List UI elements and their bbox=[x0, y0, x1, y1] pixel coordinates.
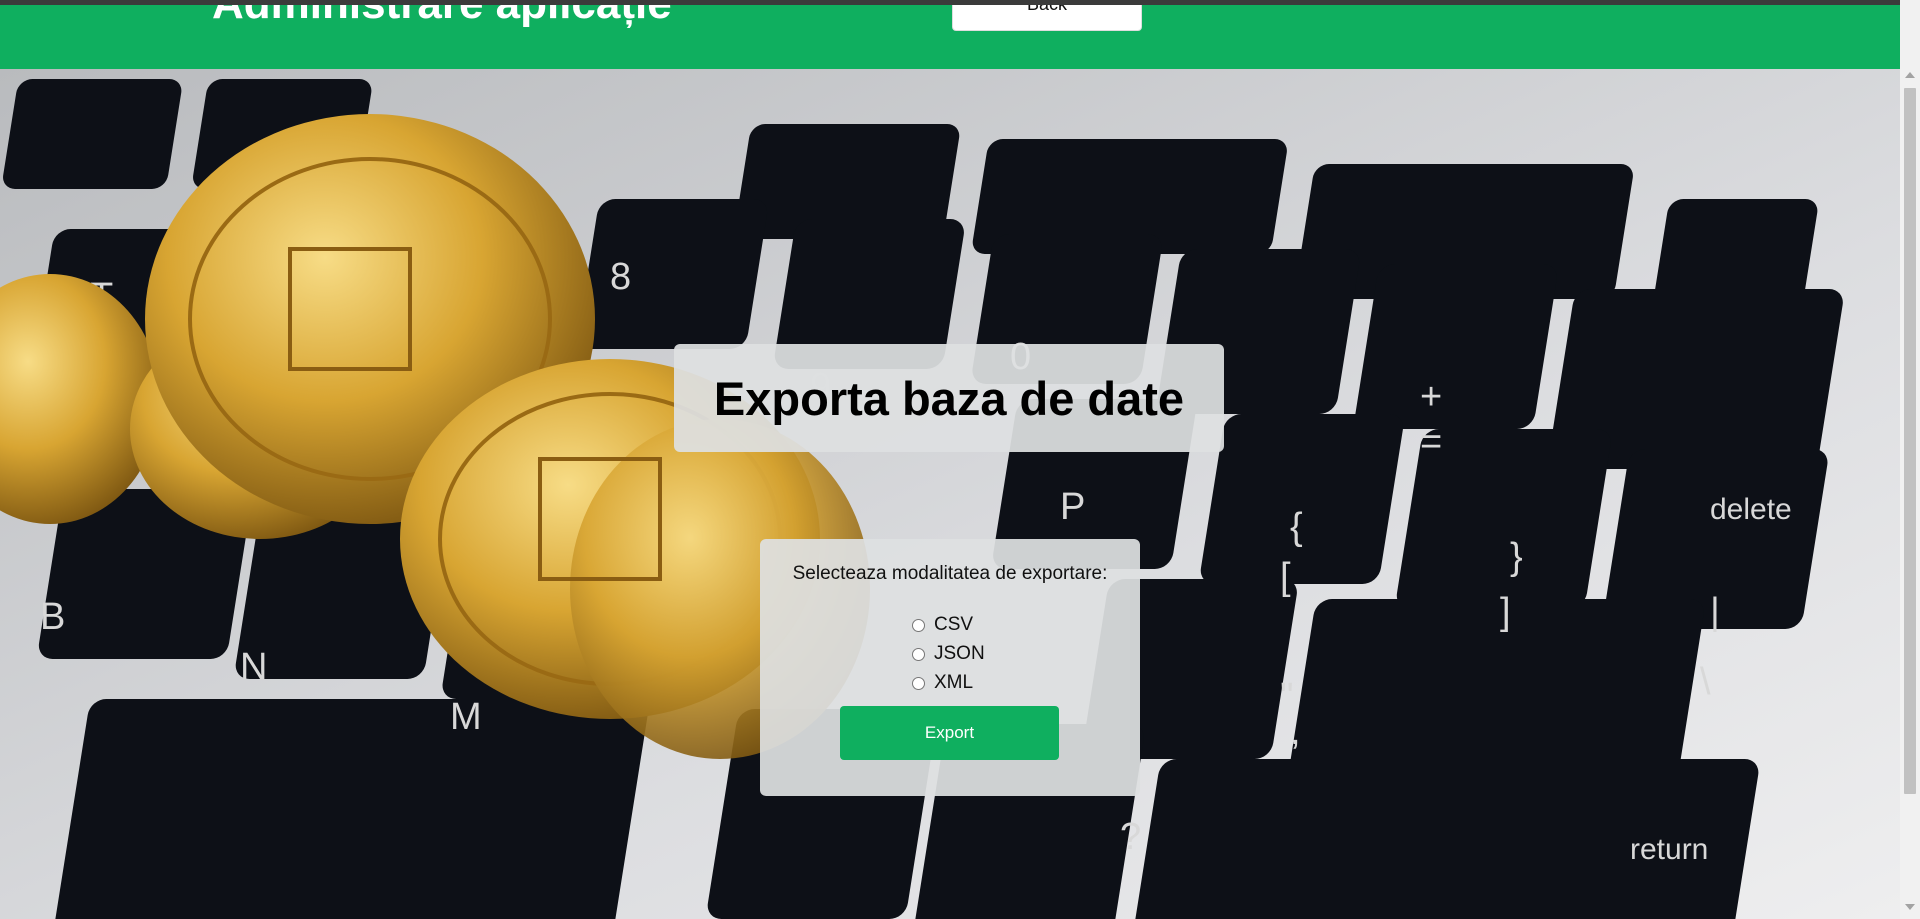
scroll-up-icon[interactable] bbox=[1905, 72, 1915, 78]
vertical-scrollbar[interactable] bbox=[1900, 0, 1920, 919]
option-xml[interactable]: XML bbox=[912, 671, 973, 695]
option-csv[interactable]: CSV bbox=[912, 613, 973, 637]
svg-text:|: | bbox=[1710, 591, 1720, 633]
xml-label: XML bbox=[934, 672, 974, 693]
svg-text:=: = bbox=[1420, 421, 1442, 463]
header-bar: Administrare aplicație Back bbox=[0, 0, 1900, 69]
scroll-thumb[interactable] bbox=[1904, 88, 1916, 794]
svg-text:+: + bbox=[1420, 376, 1442, 418]
export-format-label: Selecteaza modalitatea de exportare: bbox=[792, 563, 1108, 584]
json-radio[interactable] bbox=[912, 647, 925, 661]
svg-text:]: ] bbox=[1500, 591, 1511, 633]
csv-radio[interactable] bbox=[912, 618, 925, 632]
svg-text:{: { bbox=[1290, 506, 1303, 548]
export-button[interactable]: Export bbox=[840, 706, 1059, 760]
svg-text:M: M bbox=[450, 696, 482, 738]
xml-radio[interactable] bbox=[912, 676, 925, 690]
svg-text:[: [ bbox=[1280, 556, 1291, 598]
csv-label: CSV bbox=[934, 614, 974, 635]
svg-text:?: ? bbox=[1120, 816, 1141, 858]
svg-text:,: , bbox=[1290, 711, 1301, 753]
page: Administrare aplicație Back 8 + = P {[… bbox=[0, 0, 1920, 919]
svg-text:delete: delete bbox=[1710, 493, 1792, 526]
svg-text:\: \ bbox=[1700, 661, 1711, 703]
page-title: Exporta baza de date bbox=[713, 371, 1185, 425]
export-form: Selecteaza modalitatea de exportare: CSV… bbox=[760, 539, 1140, 796]
svg-text:P: P bbox=[1060, 486, 1085, 528]
svg-text:N: N bbox=[240, 646, 267, 688]
svg-text:B: B bbox=[40, 596, 65, 638]
page-title-panel: Exporta baza de date bbox=[674, 344, 1224, 452]
browser-top-strip bbox=[0, 0, 1920, 5]
option-json[interactable]: JSON bbox=[912, 642, 985, 666]
svg-text:}: } bbox=[1510, 536, 1523, 578]
scroll-down-icon[interactable] bbox=[1905, 904, 1915, 910]
svg-text:return: return bbox=[1630, 833, 1708, 866]
json-label: JSON bbox=[934, 643, 985, 664]
svg-text:8: 8 bbox=[610, 256, 631, 298]
